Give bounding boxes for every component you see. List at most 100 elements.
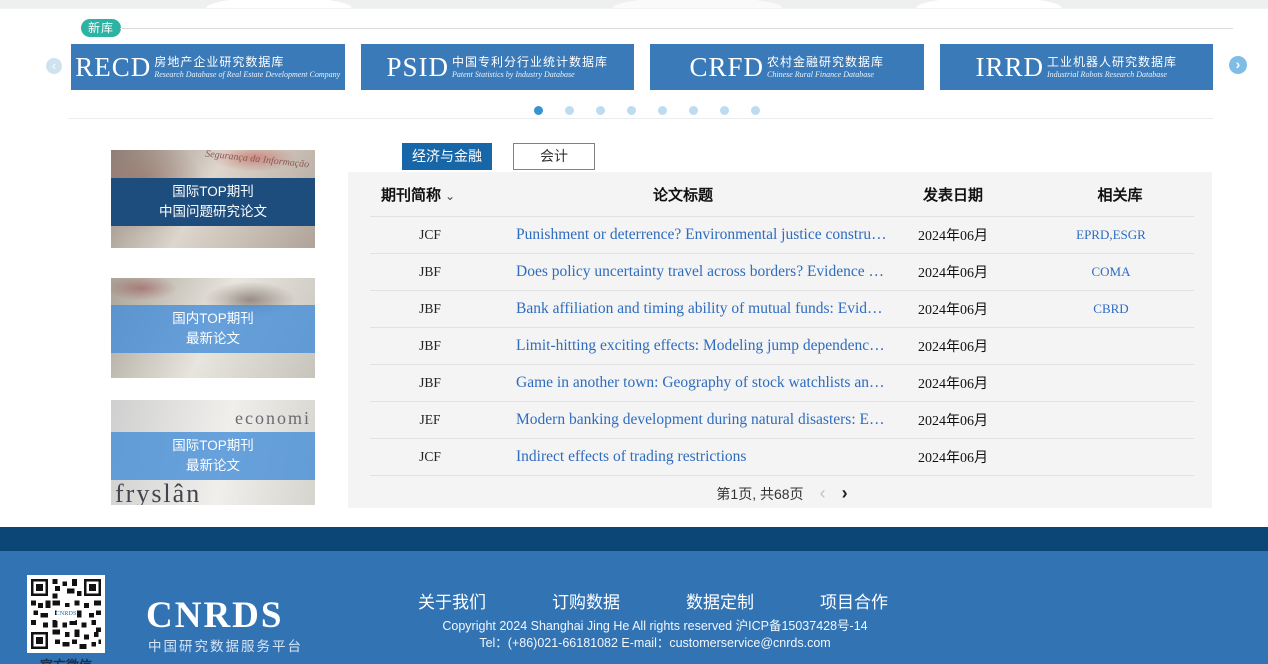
- banner-crfd[interactable]: CRFD 农村金融研究数据库 Chinese Rural Finance Dat…: [650, 44, 924, 90]
- footer-link-about[interactable]: 关于我们: [418, 588, 486, 613]
- card-caption-band: 国际TOP期刊 中国问题研究论文: [111, 178, 315, 226]
- card-caption-line2: 最新论文: [111, 329, 315, 349]
- page: 新库 ‹ RECD 房地产企业研究数据库 Research Database o…: [0, 0, 1268, 664]
- banner-psid[interactable]: PSID 中国专利分行业统计数据库 Patent Statistics by I…: [361, 44, 635, 90]
- footer-link-cooperation[interactable]: 项目合作: [820, 588, 888, 613]
- paper-title-link[interactable]: Does policy uncertainty travel across bo…: [516, 263, 884, 280]
- table-row: JCF Indirect effects of trading restrict…: [370, 438, 1194, 475]
- publish-date: 2024年06月: [878, 262, 1028, 282]
- carousel-prev-icon[interactable]: ‹: [46, 58, 62, 74]
- carousel-dots: [534, 106, 760, 115]
- photo-caption: Segurança da Informação: [204, 150, 309, 170]
- journal-abbr: JCF: [370, 449, 490, 465]
- photo-caption: economi: [235, 408, 311, 429]
- tab-accounting[interactable]: 会计: [513, 143, 595, 170]
- cnrds-logo: CNRDS: [146, 597, 283, 634]
- header-related: 相关库: [1028, 184, 1212, 205]
- card-caption-line2: 最新论文: [111, 456, 315, 476]
- banner-cn-name: 工业机器人研究数据库: [1047, 53, 1177, 70]
- previous-section-edge: [0, 0, 1268, 9]
- table-header-row: 期刊简称⌄ 论文标题 发表日期 相关库: [348, 172, 1212, 216]
- card-caption-line2: 中国问题研究论文: [111, 202, 315, 222]
- carousel-dot[interactable]: [751, 106, 760, 115]
- sidebar-card-intl-top-china-papers[interactable]: Segurança da Informação 国际TOP期刊 中国问题研究论文: [111, 150, 315, 248]
- footer-link-custom-data[interactable]: 数据定制: [686, 588, 754, 613]
- section-divider-line: [68, 118, 1213, 119]
- publish-date: 2024年06月: [878, 447, 1028, 467]
- carousel-dot[interactable]: [689, 106, 698, 115]
- page-indicator: 第1页, 共68页: [716, 484, 803, 504]
- related-db-link[interactable]: EPRD,ESGR: [1076, 227, 1146, 242]
- banner-cn-name: 农村金融研究数据库: [767, 53, 884, 70]
- svg-text:CNRDS: CNRDS: [56, 610, 77, 617]
- card-caption-line1: 国际TOP期刊: [111, 436, 315, 456]
- journal-abbr: JBF: [370, 301, 490, 317]
- papers-table-panel: 期刊简称⌄ 论文标题 发表日期 相关库 JCF Punishment or de…: [348, 172, 1212, 508]
- header-journal[interactable]: 期刊简称⌄: [348, 184, 488, 205]
- footer-copyright: Copyright 2024 Shanghai Jing He All righ…: [400, 618, 910, 652]
- banner-acronym: PSID: [386, 54, 449, 81]
- banner-recd[interactable]: RECD 房地产企业研究数据库 Research Database of Rea…: [71, 44, 345, 90]
- footer-link-subscribe[interactable]: 订购数据: [552, 588, 620, 613]
- card-caption-band: 国内TOP期刊 最新论文: [111, 305, 315, 353]
- footer-top-strip: [0, 527, 1268, 551]
- chevron-down-icon[interactable]: ⌄: [445, 189, 455, 203]
- banner-en-name: Chinese Rural Finance Database: [767, 70, 884, 79]
- paper-title-link[interactable]: Game in another town: Geography of stock…: [516, 374, 884, 391]
- card-caption-line1: 国内TOP期刊: [111, 309, 315, 329]
- badge-divider-line: [120, 28, 1233, 29]
- banner-acronym: CRFD: [689, 54, 764, 81]
- banner-en-name: Research Database of Real Estate Develop…: [154, 70, 340, 79]
- paper-title-link[interactable]: Modern banking development during natura…: [516, 411, 884, 428]
- database-banner-carousel: RECD 房地产企业研究数据库 Research Database of Rea…: [71, 44, 1213, 90]
- table-row: JEF Modern banking development during na…: [370, 401, 1194, 438]
- pagination: 第1页, 共68页 ‹ ›: [370, 475, 1194, 511]
- table-row: JBF Bank affiliation and timing ability …: [370, 290, 1194, 327]
- carousel-dot[interactable]: [534, 106, 543, 115]
- banner-en-name: Patent Statistics by Industry Database: [452, 70, 608, 79]
- footer: CNRDS 官方微信 CNRDS 中国研究数据服务平台 关于我们 订购数据 数据…: [0, 551, 1268, 664]
- paper-title-link[interactable]: Indirect effects of trading restrictions: [516, 448, 746, 465]
- paper-title-link[interactable]: Limit-hitting exciting effects: Modeling…: [516, 337, 885, 354]
- header-date: 发表日期: [878, 184, 1028, 205]
- table-row: JCF Punishment or deterrence? Environmen…: [370, 216, 1194, 253]
- table-row: JBF Does policy uncertainty travel acros…: [370, 253, 1194, 290]
- page-prev-icon[interactable]: ‹: [820, 483, 826, 504]
- card-caption-line1: 国际TOP期刊: [111, 182, 315, 202]
- carousel-next-icon[interactable]: ›: [1229, 56, 1247, 74]
- tab-economics-finance[interactable]: 经济与金融: [402, 143, 492, 170]
- new-database-badge: 新库: [81, 19, 121, 37]
- qr-code: CNRDS: [27, 575, 105, 653]
- publish-date: 2024年06月: [878, 373, 1028, 393]
- paper-title-link[interactable]: Bank affiliation and timing ability of m…: [516, 300, 883, 317]
- carousel-dot[interactable]: [627, 106, 636, 115]
- card-caption-band: 国际TOP期刊 最新论文: [111, 432, 315, 480]
- contact-line: Tel：(+86)021-66181082 E-mail：customerser…: [400, 635, 910, 652]
- related-db-link[interactable]: COMA: [1091, 264, 1130, 279]
- journal-abbr: JBF: [370, 338, 490, 354]
- carousel-dot[interactable]: [658, 106, 667, 115]
- carousel-dot[interactable]: [596, 106, 605, 115]
- journal-abbr: JEF: [370, 412, 490, 428]
- carousel-dot[interactable]: [720, 106, 729, 115]
- banner-acronym: RECD: [75, 54, 151, 81]
- sidebar-card-domestic-top-latest[interactable]: 国内TOP期刊 最新论文: [111, 278, 315, 378]
- paper-title-link[interactable]: Punishment or deterrence? Environmental …: [516, 226, 887, 243]
- publish-date: 2024年06月: [878, 410, 1028, 430]
- banner-en-name: Industrial Robots Research Database: [1047, 70, 1177, 79]
- journal-abbr: JCF: [370, 227, 490, 243]
- sidebar-card-intl-top-latest[interactable]: economi fryslân 国际TOP期刊 最新论文: [111, 400, 315, 505]
- table-row: JBF Limit-hitting exciting effects: Mode…: [370, 327, 1194, 364]
- cnrds-logo-subtitle: 中国研究数据服务平台: [148, 635, 303, 655]
- banner-acronym: IRRD: [975, 54, 1044, 81]
- banner-cn-name: 中国专利分行业统计数据库: [452, 53, 608, 70]
- page-next-icon[interactable]: ›: [842, 483, 848, 504]
- qr-caption: 官方微信: [27, 655, 105, 664]
- photo-caption: fryslân: [115, 479, 201, 505]
- related-db-link[interactable]: CBRD: [1093, 301, 1128, 316]
- header-title: 论文标题: [488, 184, 878, 205]
- journal-abbr: JBF: [370, 264, 490, 280]
- publish-date: 2024年06月: [878, 336, 1028, 356]
- carousel-dot[interactable]: [565, 106, 574, 115]
- banner-irrd[interactable]: IRRD 工业机器人研究数据库 Industrial Robots Resear…: [940, 44, 1214, 90]
